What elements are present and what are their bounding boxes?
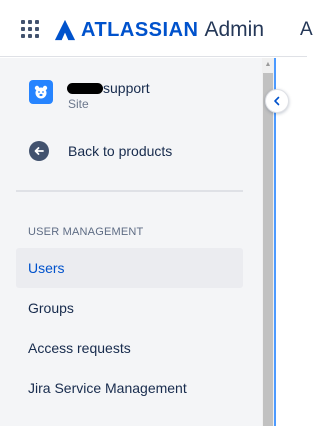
product-name: Admin [204,18,264,41]
sidebar-divider [16,190,243,192]
sidebar-item-users[interactable]: Users [16,248,243,288]
site-name-text: support [103,80,150,96]
sidebar-item-label: Groups [28,300,74,316]
sidebar-item-label: Jira Service Management [28,380,187,396]
top-right-partial-text: A [300,19,313,40]
arrow-left-icon [29,141,49,161]
top-navigation-bar: ATLASSIAN Admin A [0,0,313,57]
site-bear-icon [29,80,53,104]
site-subtitle: Site [68,97,89,111]
site-switcher[interactable]: support Site [29,80,150,111]
atlassian-logo-icon [54,19,76,41]
scrollbar-thumb[interactable] [263,73,273,426]
back-to-products-link[interactable]: Back to products [29,141,172,161]
back-to-products-label: Back to products [68,143,173,159]
redaction-mark [67,82,103,94]
chevron-left-icon [274,96,280,106]
collapse-sidebar-button[interactable] [265,89,289,113]
sidebar-item-groups[interactable]: Groups [16,288,243,328]
main-content-area [276,58,307,426]
sidebar-item-label: Access requests [28,340,131,356]
section-title-user-management: USER MANAGEMENT [28,226,144,238]
brand-name: ATLASSIAN [81,18,199,41]
sidebar-item-jira-service-management[interactable]: Jira Service Management [16,368,243,408]
atlassian-admin-logo[interactable]: ATLASSIAN Admin [54,17,264,43]
scroll-up-arrow-icon[interactable]: ▲ [263,61,273,69]
sidebar-item-label: Users [28,260,65,276]
app-switcher-grid-icon[interactable] [21,20,39,38]
sidebar-item-access-requests[interactable]: Access requests [16,328,243,368]
site-name: support [67,80,150,96]
